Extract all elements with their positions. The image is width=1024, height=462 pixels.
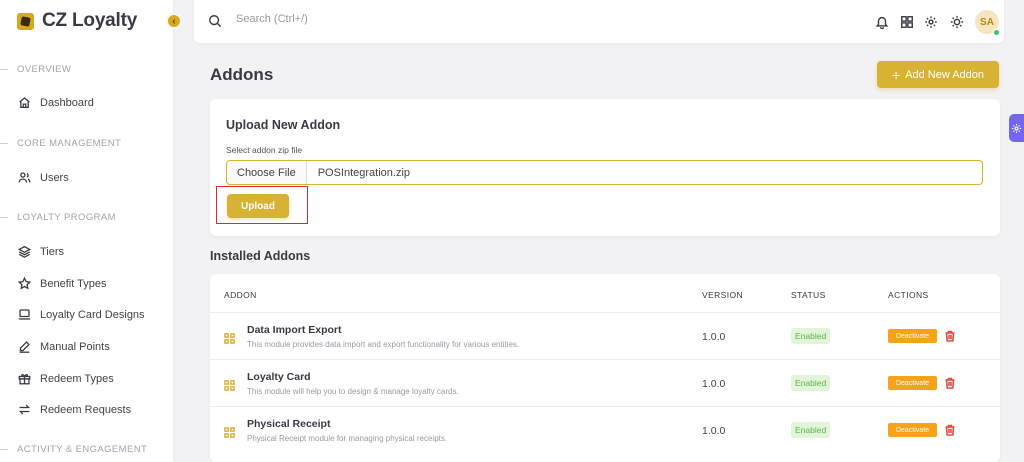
section-overview: OVERVIEW <box>0 64 71 75</box>
sidebar-item-label: Redeem Types <box>40 372 114 385</box>
online-status-dot <box>993 29 1000 36</box>
table-row: Data Import Export This module provides … <box>210 313 1000 360</box>
column-header-actions: ACTIONS <box>888 290 929 300</box>
brand-logo-icon <box>17 12 34 30</box>
selected-file-name: POSIntegration.zip <box>317 166 411 179</box>
table-row: Physical Receipt Physical Receipt module… <box>210 407 1000 454</box>
gift-icon <box>18 372 31 385</box>
sidebar-item-tiers[interactable]: Tiers <box>18 245 64 258</box>
sidebar-item-benefit-types[interactable]: Benefit Types <box>18 277 106 290</box>
sidebar-item-dashboard[interactable]: Dashboard <box>18 96 94 109</box>
sidebar-item-label: Redeem Requests <box>40 403 132 416</box>
pen-icon <box>18 340 31 353</box>
addon-grid-icon <box>224 378 235 391</box>
column-header-status: STATUS <box>791 290 826 300</box>
trash-icon[interactable] <box>944 423 956 436</box>
addon-version: 1.0.0 <box>702 425 726 437</box>
search-input[interactable] <box>236 13 436 25</box>
addon-name: Loyalty Card <box>247 371 311 383</box>
trash-icon[interactable] <box>944 376 956 389</box>
swap-icon <box>18 403 31 416</box>
column-header-addon: ADDON <box>224 290 257 300</box>
sidebar-item-users[interactable]: Users <box>18 171 69 184</box>
status-badge: Enabled <box>791 375 831 391</box>
status-badge: Enabled <box>791 328 831 344</box>
section-core-management: CORE MANAGEMENT <box>0 138 121 149</box>
file-field-label: Select addon zip file <box>226 145 303 155</box>
users-icon <box>18 171 31 184</box>
sun-theme-icon[interactable] <box>950 15 964 29</box>
sidebar-item-redeem-requests[interactable]: Redeem Requests <box>18 403 131 416</box>
brand[interactable]: CZ Loyalty <box>17 10 137 32</box>
addon-version: 1.0.0 <box>702 378 726 390</box>
settings-gear-icon <box>1011 123 1022 134</box>
section-activity-engagement: ACTIVITY & ENGAGEMENT <box>0 444 147 455</box>
bell-icon[interactable] <box>875 15 889 30</box>
addon-description: This module provides data import and exp… <box>247 340 520 349</box>
sidebar-item-manual-points[interactable]: Manual Points <box>18 340 110 353</box>
sidebar-item-label: Tiers <box>40 245 65 258</box>
sidebar-item-label: Dashboard <box>40 96 94 109</box>
upload-addon-card: Upload New Addon Select addon zip file C… <box>210 99 1000 236</box>
sidebar-item-label: Loyalty Card Designs <box>40 308 145 321</box>
brand-name: CZ Loyalty <box>42 10 138 31</box>
column-header-version: VERSION <box>702 290 744 300</box>
home-icon <box>18 96 31 109</box>
add-new-addon-label: Add New Addon <box>905 68 985 81</box>
sidebar-item-label: Benefit Types <box>40 277 107 290</box>
trash-icon[interactable] <box>944 329 956 342</box>
search-icon <box>208 14 222 28</box>
addon-description: This module will help you to design & ma… <box>247 387 459 396</box>
sidebar: CZ Loyalty OVERVIEW Dashboard CORE MANAG… <box>0 0 174 462</box>
addon-file-input[interactable]: Choose File POSIntegration.zip <box>226 160 983 185</box>
sidebar-item-label: Manual Points <box>40 340 110 353</box>
deactivate-button[interactable]: Deactivate <box>888 376 937 390</box>
sidebar-item-loyalty-card-designs[interactable]: Loyalty Card Designs <box>18 308 145 321</box>
table-row: Loyalty Card This module will help you t… <box>210 360 1000 407</box>
section-loyalty-program: LOYALTY PROGRAM <box>0 212 116 223</box>
plus-icon: + <box>891 66 901 83</box>
addon-description: Physical Receipt module for managing phy… <box>247 434 448 443</box>
upload-card-title: Upload New Addon <box>226 118 341 132</box>
sidebar-item-redeem-types[interactable]: Redeem Types <box>18 372 114 385</box>
star-icon <box>18 277 31 290</box>
page-title: Addons <box>210 65 274 84</box>
addon-grid-icon <box>224 331 235 344</box>
theme-customizer-tab[interactable] <box>1009 114 1024 142</box>
installed-addons-table: ADDON VERSION STATUS ACTIONS Data Import… <box>210 274 1000 462</box>
sidebar-collapse-button[interactable]: ‹ <box>166 13 182 29</box>
upload-button[interactable]: Upload <box>227 194 289 218</box>
installed-addons-title: Installed Addons <box>210 249 311 263</box>
addon-version: 1.0.0 <box>702 331 726 343</box>
choose-file-button[interactable]: Choose File <box>227 161 307 184</box>
addon-name: Data Import Export <box>247 324 342 336</box>
addon-name: Physical Receipt <box>247 418 331 430</box>
addon-grid-icon <box>224 425 235 438</box>
laptop-icon <box>18 308 31 321</box>
deactivate-button[interactable]: Deactivate <box>888 423 937 437</box>
settings-gear-icon[interactable] <box>924 15 938 29</box>
deactivate-button[interactable]: Deactivate <box>888 329 937 343</box>
apps-grid-icon[interactable] <box>900 15 914 29</box>
sidebar-item-label: Users <box>40 171 69 184</box>
layers-icon <box>18 245 31 258</box>
add-new-addon-button[interactable]: + Add New Addon <box>877 61 999 88</box>
topbar: SA <box>194 0 1004 43</box>
status-badge: Enabled <box>791 422 831 438</box>
